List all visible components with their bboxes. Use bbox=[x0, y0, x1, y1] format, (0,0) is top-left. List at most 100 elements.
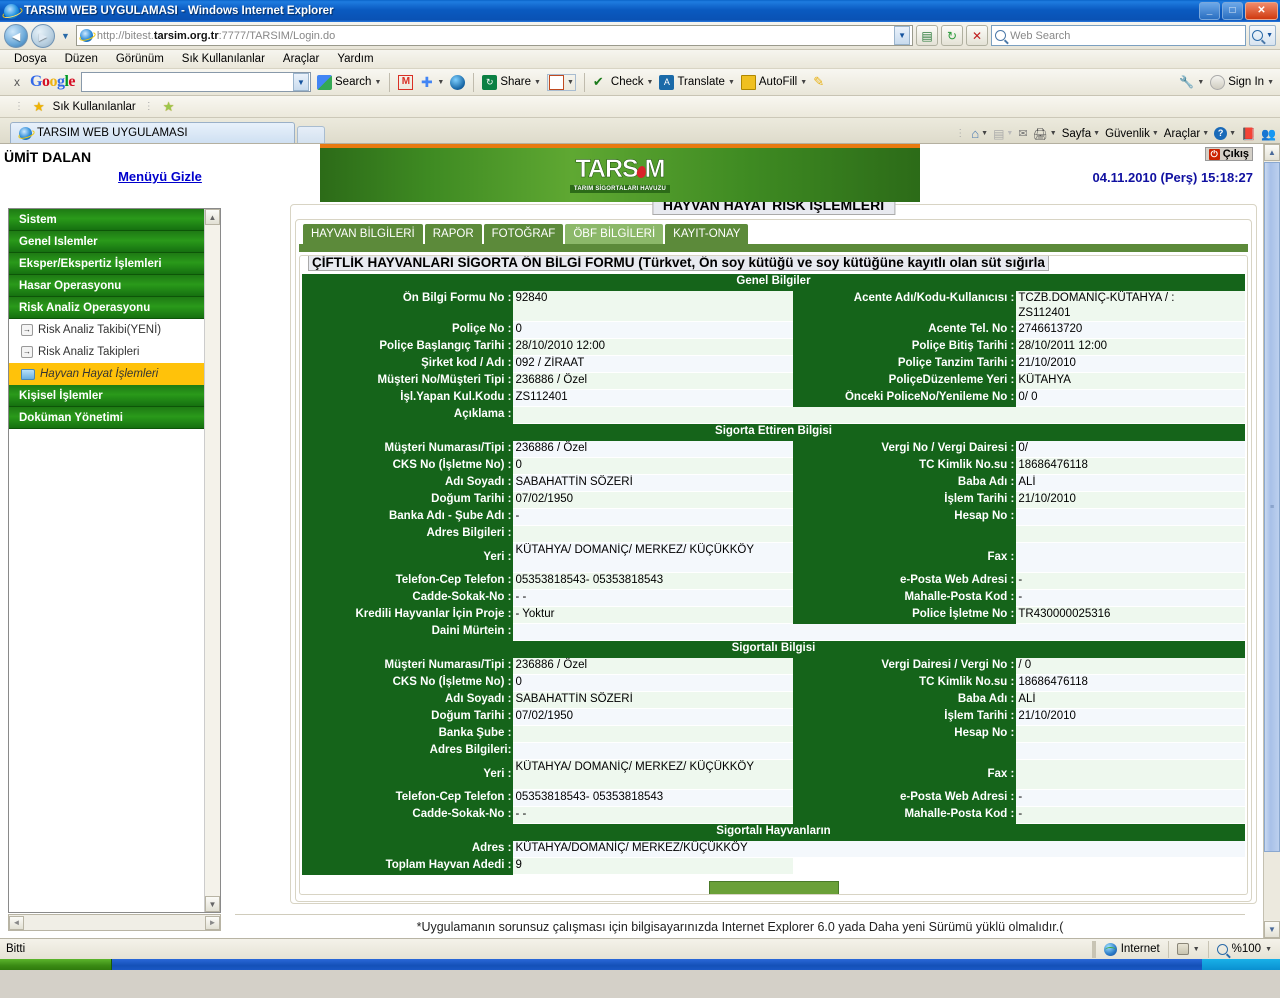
favorites-label[interactable]: Sık Kullanılanlar bbox=[53, 101, 136, 113]
help-menu-button[interactable]: ? ▼ bbox=[1214, 127, 1236, 140]
page-scroll-thumb[interactable]: ≡ bbox=[1264, 162, 1280, 852]
favorites-star-icon[interactable]: ★ bbox=[33, 100, 45, 113]
add-favorite-icon[interactable]: ★ bbox=[163, 100, 175, 113]
minimize-button[interactable]: _ bbox=[1199, 2, 1220, 20]
google-signin-button[interactable]: Sign In ▼ bbox=[1210, 74, 1274, 90]
research-icon[interactable]: 📕 bbox=[1241, 127, 1256, 141]
home-caret[interactable]: ▼ bbox=[981, 130, 988, 137]
search-input[interactable]: Web Search bbox=[991, 25, 1247, 46]
print-button[interactable]: 🖨 ▼ bbox=[1033, 127, 1057, 141]
menu-item-yardim[interactable]: Yardım bbox=[337, 53, 373, 65]
help-caret[interactable]: ▼ bbox=[1229, 130, 1236, 137]
page-scroll-track[interactable] bbox=[1264, 852, 1280, 920]
toolbar-close-icon[interactable]: x bbox=[10, 75, 24, 89]
search-go-button[interactable]: ▼ bbox=[1249, 25, 1276, 46]
maximize-button[interactable]: □ bbox=[1222, 2, 1243, 20]
google-translate-button[interactable]: A Translate ▼ bbox=[659, 74, 735, 90]
google-settings-button[interactable]: 🔧 ▼ bbox=[1179, 75, 1204, 90]
google-autofill-button[interactable]: AutoFill ▼ bbox=[740, 74, 807, 90]
mail-button[interactable]: ✉ bbox=[1018, 127, 1027, 140]
messenger-icon[interactable]: 👥 bbox=[1261, 127, 1276, 141]
sidebar-item-risk-analiz-takipleri[interactable]: → Risk Analiz Takipleri bbox=[9, 341, 204, 363]
menu-item-gorunum[interactable]: Görünüm bbox=[116, 53, 164, 65]
google-globe-icon[interactable] bbox=[450, 74, 466, 90]
google-search-button[interactable]: Search ▼ bbox=[317, 74, 381, 90]
sidebar-item-hayvan-hayat-islemleri[interactable]: Hayvan Hayat İşlemleri bbox=[9, 363, 204, 385]
tab-kayit-onay[interactable]: KAYIT-ONAY bbox=[665, 224, 749, 244]
refresh-button[interactable]: ↻ bbox=[941, 25, 964, 46]
tab-obf-bilgileri[interactable]: ÖBF BİLGİLERİ bbox=[565, 224, 664, 244]
zoom-caret[interactable]: ▼ bbox=[1265, 946, 1272, 953]
pencil-icon[interactable]: ✎ bbox=[813, 74, 828, 90]
sidebar-item-risk-analiz-takibi-yeni[interactable]: → Risk Analiz Takibi(YENİ) bbox=[9, 319, 204, 341]
menu-item-duzen[interactable]: Düzen bbox=[65, 53, 98, 65]
sidebar-item-genel-islemler[interactable]: Genel Islemler bbox=[9, 231, 204, 253]
signin-caret[interactable]: ▼ bbox=[1267, 79, 1274, 86]
gmail-icon[interactable]: M bbox=[398, 74, 414, 90]
zoom-control[interactable]: %100 ▼ bbox=[1209, 940, 1280, 959]
sidebar-item-kisisel-islemler[interactable]: Kişisel İşlemler bbox=[9, 385, 204, 407]
sidebar-scroll-left-button[interactable]: ◄ bbox=[9, 915, 24, 930]
google-search-caret[interactable]: ▼ bbox=[374, 79, 381, 86]
stop-button[interactable]: ✕ bbox=[966, 25, 989, 46]
sidebar-scroll-right-button[interactable]: ► bbox=[205, 915, 220, 930]
google-search-input[interactable]: ▼ bbox=[81, 72, 312, 92]
tools-caret[interactable]: ▼ bbox=[1202, 130, 1209, 137]
sidebar-item-risk-analiz-operasyonu[interactable]: Risk Analiz Operasyonu bbox=[9, 297, 204, 319]
history-dropdown-icon[interactable]: ▼ bbox=[58, 31, 73, 41]
sidebar-item-dokuman-yonetimi[interactable]: Doküman Yönetimi bbox=[9, 407, 204, 429]
page-scroll-up-button[interactable]: ▲ bbox=[1264, 144, 1280, 161]
sidebar-horizontal-scrollbar[interactable]: ◄ ► bbox=[8, 914, 221, 931]
sidebar-item-sistem[interactable]: Sistem bbox=[9, 209, 204, 231]
popup-caret[interactable]: ▼ bbox=[567, 79, 574, 86]
google-search-dropdown-icon[interactable]: ▼ bbox=[293, 73, 310, 91]
print-caret[interactable]: ▼ bbox=[1050, 130, 1057, 137]
new-tab-button[interactable] bbox=[297, 126, 325, 143]
protected-mode[interactable]: ▼ bbox=[1169, 940, 1208, 959]
sidebar-item-hasar-operasyonu[interactable]: Hasar Operasyonu bbox=[9, 275, 204, 297]
hide-menu-link[interactable]: Menüyü Gizle bbox=[118, 169, 202, 184]
google-share-button[interactable]: ↻ Share ▼ bbox=[482, 74, 541, 90]
protected-mode-caret[interactable]: ▼ bbox=[1193, 946, 1200, 953]
feeds-button[interactable]: ▤ ▼ bbox=[993, 127, 1013, 141]
menu-item-sik-kullanilanlar[interactable]: Sık Kullanılanlar bbox=[182, 53, 265, 65]
share-caret[interactable]: ▼ bbox=[534, 79, 541, 86]
google-more-caret[interactable]: ▼ bbox=[437, 79, 444, 86]
page-scroll-down-button[interactable]: ▼ bbox=[1264, 921, 1280, 938]
google-popup-blocker-button[interactable]: ▼ bbox=[546, 73, 576, 91]
page-vertical-scrollbar[interactable]: ▲ ≡ ▼ bbox=[1263, 144, 1280, 938]
forward-button[interactable]: ► bbox=[31, 23, 55, 48]
settings-caret[interactable]: ▼ bbox=[1197, 79, 1204, 86]
tab-fotograf[interactable]: FOTOĞRAF bbox=[483, 224, 564, 244]
back-button[interactable]: ◄ bbox=[4, 23, 28, 48]
sidebar-item-eksper-ekspertiz[interactable]: Eksper/Ekspertiz İşlemleri bbox=[9, 253, 204, 275]
browser-tab[interactable]: TARSIM WEB UYGULAMASI bbox=[10, 122, 295, 143]
menu-item-araclar[interactable]: Araçlar bbox=[283, 53, 319, 65]
save-button[interactable] bbox=[708, 881, 839, 894]
close-button[interactable]: ✕ bbox=[1245, 2, 1278, 20]
autofill-caret[interactable]: ▼ bbox=[800, 79, 807, 86]
logout-button[interactable]: ⏻ Çıkış bbox=[1204, 147, 1253, 161]
compatibility-view-icon[interactable]: ▤ bbox=[916, 25, 939, 46]
tab-hayvan-bilgileri[interactable]: HAYVAN BİLGİLERİ bbox=[303, 224, 423, 244]
sidebar-scroll-up-button[interactable]: ▲ bbox=[205, 209, 220, 225]
start-button[interactable] bbox=[0, 959, 112, 970]
google-check-button[interactable]: ✔ Check ▼ bbox=[593, 74, 654, 90]
translate-caret[interactable]: ▼ bbox=[728, 79, 735, 86]
system-tray[interactable] bbox=[1202, 959, 1280, 970]
url-input[interactable]: http://bitest.tarsim.org.tr:7777/TARSIM/… bbox=[75, 25, 914, 46]
tab-rapor[interactable]: RAPOR bbox=[424, 224, 482, 244]
sidebar-scroll-down-button[interactable]: ▼ bbox=[205, 896, 220, 912]
tools-menu-button[interactable]: Araçlar ▼ bbox=[1164, 128, 1209, 140]
page-menu-button[interactable]: Sayfa ▼ bbox=[1062, 128, 1100, 140]
sidebar-vertical-scrollbar[interactable]: ▲ ▼ bbox=[204, 209, 220, 912]
search-options-caret[interactable]: ▼ bbox=[1266, 32, 1273, 39]
menu-item-dosya[interactable]: Dosya bbox=[14, 53, 47, 65]
check-caret[interactable]: ▼ bbox=[647, 79, 654, 86]
url-dropdown-button[interactable]: ▼ bbox=[894, 26, 911, 45]
safety-menu-button[interactable]: Güvenlik ▼ bbox=[1105, 128, 1159, 140]
google-more-button[interactable]: ✚ ▼ bbox=[419, 75, 444, 90]
page-caret[interactable]: ▼ bbox=[1093, 130, 1100, 137]
home-button[interactable]: ⌂ ▼ bbox=[971, 126, 988, 141]
security-zone[interactable]: Internet bbox=[1096, 940, 1168, 959]
